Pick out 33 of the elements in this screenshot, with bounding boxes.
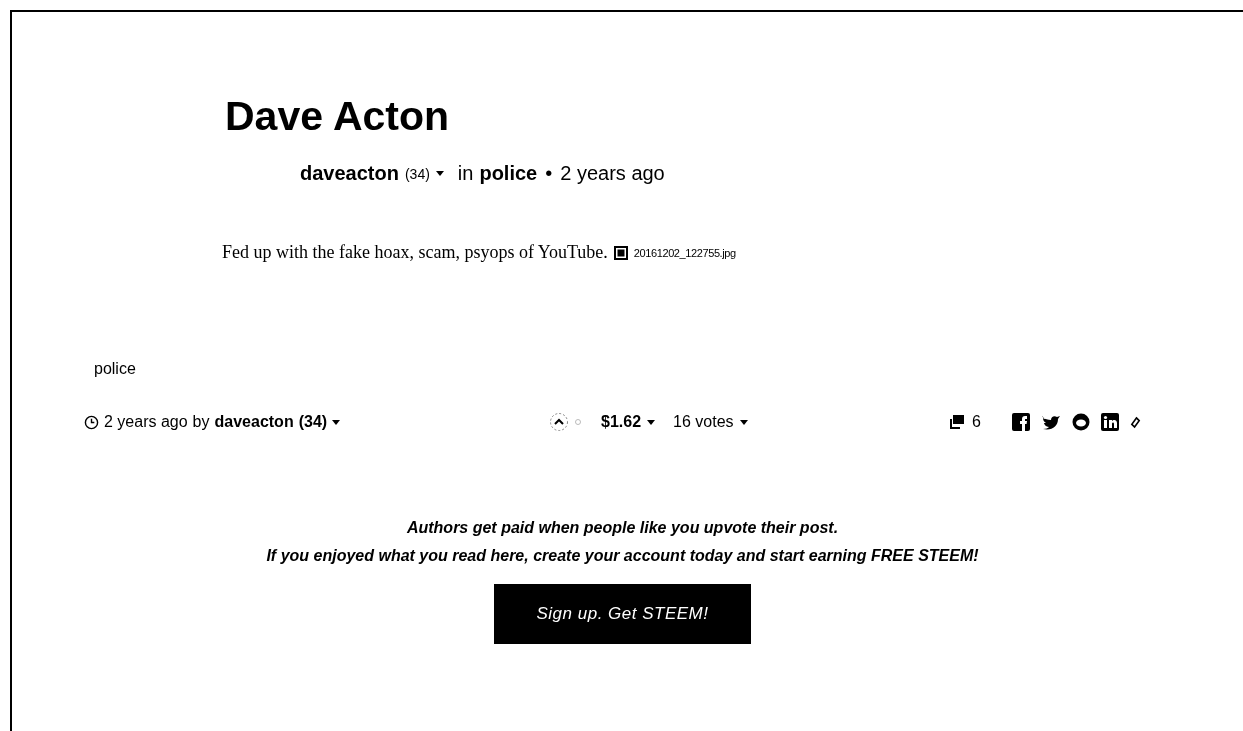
comments-count[interactable]: 6 xyxy=(972,413,981,431)
caret-icon[interactable] xyxy=(332,419,341,425)
tag-link[interactable]: police xyxy=(94,360,136,377)
by-label: by xyxy=(192,413,210,431)
votes-count[interactable]: 16 votes xyxy=(673,413,734,431)
upvote-icon[interactable] xyxy=(549,412,569,432)
author-link[interactable]: daveacton xyxy=(214,413,294,431)
category-prefix: in xyxy=(457,162,474,185)
dot-icon xyxy=(575,419,581,425)
caret-icon[interactable] xyxy=(435,171,444,176)
reputation-score: (34) xyxy=(404,165,430,182)
author-link[interactable]: daveacton xyxy=(300,162,399,185)
link-icon[interactable] xyxy=(1129,414,1141,430)
post-age: 2 years ago xyxy=(560,162,665,185)
caret-icon[interactable] xyxy=(739,419,748,425)
separator: • xyxy=(545,162,553,185)
bird-icon[interactable] xyxy=(1040,413,1061,431)
post-title: Dave Acton xyxy=(225,92,451,140)
footer-age: 2 years ago xyxy=(104,413,188,431)
category-link[interactable]: police xyxy=(479,162,538,185)
facebook-icon[interactable] xyxy=(1011,413,1030,431)
post-body: Fed up with the fake hoax, scam, psyops of YouTube. xyxy=(222,242,608,263)
comments-icon[interactable] xyxy=(949,414,965,430)
signup-button[interactable]: Sign up. Get STEEM! xyxy=(494,584,751,644)
reputation-score: (34) xyxy=(298,413,328,431)
clock-icon xyxy=(84,414,99,430)
image-alt-text: 20161202_122755.jpg xyxy=(633,246,736,259)
payout-amount[interactable]: $1.62 xyxy=(601,413,642,431)
signup-prompt: If you enjoyed what you read here, create your account today and start earning FREE STEEM! xyxy=(266,546,979,566)
caret-icon[interactable] xyxy=(647,419,656,425)
signup-prompt: Authors get paid when people like you upvote their post. xyxy=(406,518,839,538)
broken-image-icon xyxy=(613,245,628,260)
linkedin-icon[interactable] xyxy=(1100,413,1119,431)
